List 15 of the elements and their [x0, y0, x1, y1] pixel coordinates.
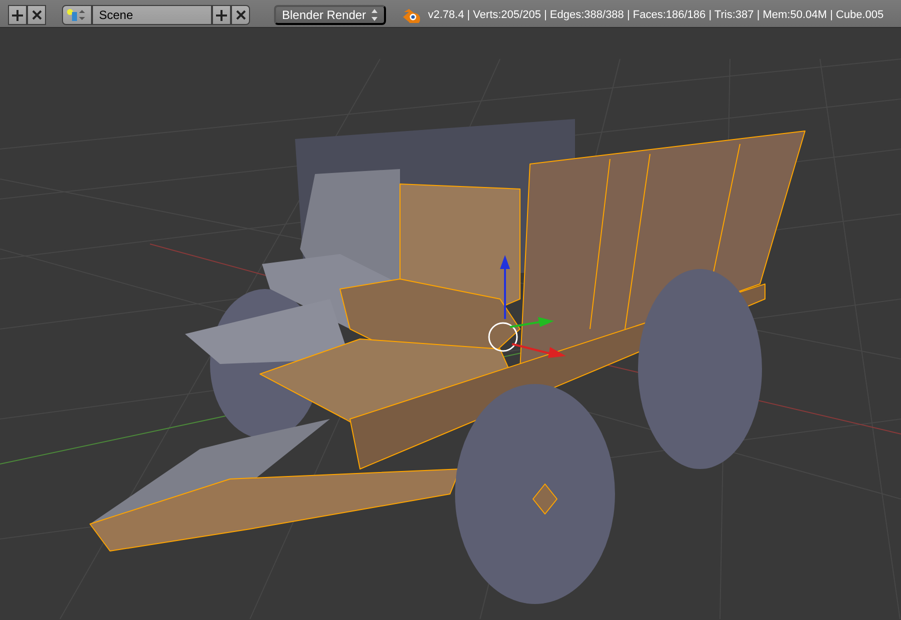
- scene-selector-button[interactable]: [62, 5, 92, 25]
- render-engine-dropdown[interactable]: Blender Render: [274, 5, 386, 25]
- blender-logo-icon: [402, 8, 420, 22]
- add-button[interactable]: [8, 5, 27, 25]
- plus-icon: [216, 10, 227, 20]
- close-button[interactable]: [27, 5, 46, 25]
- plus-icon: [12, 10, 23, 20]
- scene-name-field[interactable]: Scene: [92, 5, 212, 25]
- delete-scene-button[interactable]: [231, 5, 250, 25]
- scene-statistics: v2.78.4 | Verts:205/205 | Edges:388/388 | Faces:186/186 | Tris:387 | Mem:50.04M | Cube.005: [428, 8, 884, 23]
- up-down-arrows-icon: [371, 9, 378, 21]
- close-icon: [32, 10, 42, 20]
- scene-icon: [66, 8, 88, 22]
- close-icon: [236, 10, 246, 20]
- add-scene-button[interactable]: [212, 5, 231, 25]
